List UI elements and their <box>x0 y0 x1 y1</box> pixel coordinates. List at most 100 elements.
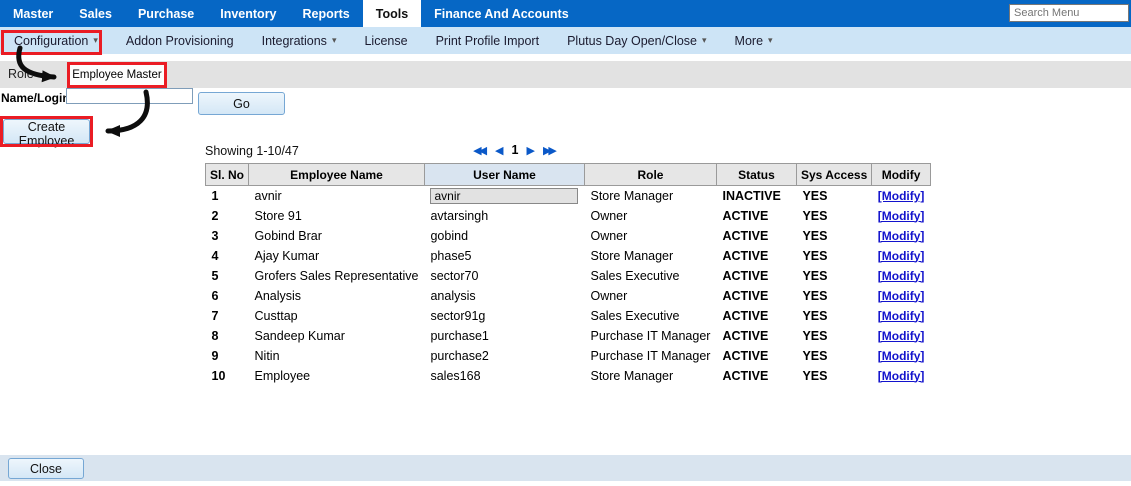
cell-status: ACTIVE <box>716 326 796 346</box>
subnav-item-addon-provisioning[interactable]: Addon Provisioning <box>112 27 248 54</box>
subnav-item-print-profile-import[interactable]: Print Profile Import <box>422 27 554 54</box>
modify-link[interactable]: [Modify] <box>878 309 925 323</box>
table-toolbar: Showing 1-10/47 ◀◀ ◀ 1 ▶ ▶▶ <box>205 142 881 160</box>
footer-bar <box>0 455 1131 481</box>
user-name-edit-input[interactable] <box>430 188 578 204</box>
role-menu-item[interactable]: Role <box>8 67 34 81</box>
create-employee-button[interactable]: Create Employee <box>3 119 90 144</box>
column-header-sl-no[interactable]: Sl. No <box>206 164 249 186</box>
topnav-item-sales[interactable]: Sales <box>66 0 125 27</box>
first-page-icon[interactable]: ◀◀ <box>473 144 487 157</box>
cell-employee-name: Gobind Brar <box>249 226 425 246</box>
table-row: 4Ajay Kumarphase5Store ManagerACTIVEYES[… <box>206 246 931 266</box>
modify-link[interactable]: [Modify] <box>878 329 925 343</box>
cell-user-name: purchase1 <box>424 326 584 346</box>
table-row: 7Custtapsector91gSales ExecutiveACTIVEYE… <box>206 306 931 326</box>
cell-sl-no: 7 <box>206 306 249 326</box>
cell-sys-access: YES <box>796 246 871 266</box>
modify-link[interactable]: [Modify] <box>878 189 925 203</box>
subnav-item-more[interactable]: More ▾ <box>721 27 787 54</box>
cell-employee-name: Custtap <box>249 306 425 326</box>
subnav-item-label: License <box>364 34 407 48</box>
cell-employee-name: Nitin <box>249 346 425 366</box>
cell-sys-access: YES <box>796 266 871 286</box>
modify-link[interactable]: [Modify] <box>878 269 925 283</box>
cell-role: Owner <box>584 286 716 306</box>
chevron-down-icon: ▾ <box>768 35 773 46</box>
column-header-role[interactable]: Role <box>584 164 716 186</box>
cell-user-name: sector91g <box>424 306 584 326</box>
cell-modify: [Modify] <box>872 306 931 326</box>
cell-user-name: sales168 <box>424 366 584 386</box>
cell-sys-access: YES <box>796 306 871 326</box>
cell-employee-name: Employee <box>249 366 425 386</box>
modify-link[interactable]: [Modify] <box>878 289 925 303</box>
cell-modify: [Modify] <box>872 186 931 206</box>
search-menu-input[interactable] <box>1009 4 1129 22</box>
table-row: 8Sandeep Kumarpurchase1Purchase IT Manag… <box>206 326 931 346</box>
cell-user-name: sector70 <box>424 266 584 286</box>
subnav-item-label: Print Profile Import <box>436 34 540 48</box>
modify-link[interactable]: [Modify] <box>878 209 925 223</box>
topnav-item-master[interactable]: Master <box>0 0 66 27</box>
table-header-row: Sl. NoEmployee NameUser NameRoleStatusSy… <box>206 164 931 186</box>
topnav-items: MasterSalesPurchaseInventoryReportsTools… <box>0 0 1131 27</box>
subnav-item-plutus-day-open-close[interactable]: Plutus Day Open/Close ▾ <box>553 27 720 54</box>
subnav-item-label: More <box>735 34 763 48</box>
column-header-status[interactable]: Status <box>716 164 796 186</box>
cell-role: Store Manager <box>584 186 716 206</box>
cell-employee-name: Grofers Sales Representative <box>249 266 425 286</box>
cell-status: INACTIVE <box>716 186 796 206</box>
column-header-employee-name[interactable]: Employee Name <box>249 164 425 186</box>
chevron-down-icon: ▾ <box>702 35 707 46</box>
topnav-item-reports[interactable]: Reports <box>290 0 363 27</box>
cell-user-name: avtarsingh <box>424 206 584 226</box>
go-button[interactable]: Go <box>198 92 285 115</box>
column-header-modify[interactable]: Modify <box>872 164 931 186</box>
cell-sys-access: YES <box>796 226 871 246</box>
cell-sl-no: 1 <box>206 186 249 206</box>
cell-modify: [Modify] <box>872 226 931 246</box>
cell-sl-no: 4 <box>206 246 249 266</box>
column-header-user-name[interactable]: User Name <box>424 164 584 186</box>
close-button[interactable]: Close <box>8 458 84 479</box>
modify-link[interactable]: [Modify] <box>878 249 925 263</box>
cell-modify: [Modify] <box>872 266 931 286</box>
table-row: 9Nitinpurchase2Purchase IT ManagerACTIVE… <box>206 346 931 366</box>
modify-link[interactable]: [Modify] <box>878 349 925 363</box>
subnav-item-integrations[interactable]: Integrations ▾ <box>248 27 351 54</box>
topnav-item-tools[interactable]: Tools <box>363 0 421 27</box>
cell-sl-no: 9 <box>206 346 249 366</box>
modify-link[interactable]: [Modify] <box>878 369 925 383</box>
next-page-icon[interactable]: ▶ <box>526 144 534 157</box>
cell-sl-no: 6 <box>206 286 249 306</box>
subnav-item-label: Plutus Day Open/Close <box>567 34 697 48</box>
cell-sys-access: YES <box>796 346 871 366</box>
cell-modify: [Modify] <box>872 246 931 266</box>
cell-sl-no: 5 <box>206 266 249 286</box>
column-header-sys-access[interactable]: Sys Access <box>796 164 871 186</box>
topnav-item-finance-and-accounts[interactable]: Finance And Accounts <box>421 0 582 27</box>
name-login-input[interactable] <box>66 88 193 104</box>
subnav-item-license[interactable]: License <box>350 27 421 54</box>
cell-employee-name: Ajay Kumar <box>249 246 425 266</box>
cell-sys-access: YES <box>796 206 871 226</box>
breadcrumb-bar <box>0 61 1131 88</box>
last-page-icon[interactable]: ▶▶ <box>543 144 557 157</box>
cell-role: Purchase IT Manager <box>584 346 716 366</box>
cell-sl-no: 2 <box>206 206 249 226</box>
cell-modify: [Modify] <box>872 206 931 226</box>
subnav-item-label: Integrations <box>262 34 327 48</box>
cell-employee-name: avnir <box>249 186 425 206</box>
subnav-item-configuration[interactable]: Configuration▾ <box>0 27 112 54</box>
cell-sys-access: YES <box>796 286 871 306</box>
topnav-item-inventory[interactable]: Inventory <box>207 0 289 27</box>
employee-table: Sl. NoEmployee NameUser NameRoleStatusSy… <box>205 163 931 386</box>
cell-role: Sales Executive <box>584 306 716 326</box>
employee-master-menu-item[interactable]: Employee Master <box>72 69 161 81</box>
topnav-item-purchase[interactable]: Purchase <box>125 0 207 27</box>
modify-link[interactable]: [Modify] <box>878 229 925 243</box>
cell-modify: [Modify] <box>872 286 931 306</box>
prev-page-icon[interactable]: ◀ <box>495 144 503 157</box>
chevron-down-icon: ▾ <box>332 35 337 46</box>
